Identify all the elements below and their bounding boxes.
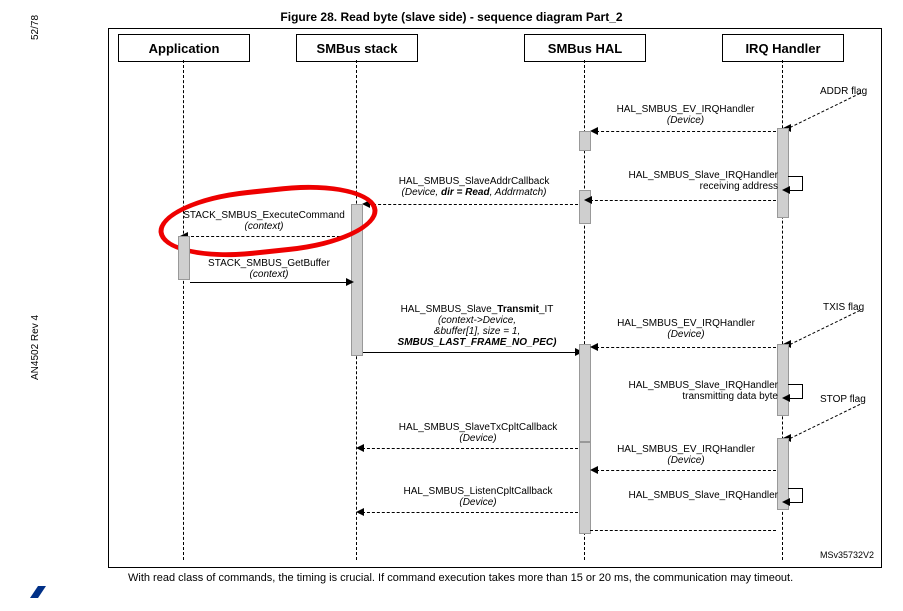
lane-smbus-hal: SMBus HAL [524, 34, 646, 62]
activation-irq-2 [777, 344, 789, 416]
arrowhead [356, 444, 364, 452]
arrowhead [590, 127, 598, 135]
footer-id: MSv35732V2 [820, 550, 874, 560]
caption: With read class of commands, the timing … [128, 572, 868, 584]
msg-ev-irq-3: HAL_SMBUS_EV_IRQHandler(Device) [600, 444, 772, 466]
selfcall-bot [788, 398, 802, 399]
activation-irq-1 [777, 128, 789, 218]
st-logo-icon [28, 584, 48, 604]
arrowhead [782, 498, 790, 506]
arrow-slave-irq-addr [590, 200, 776, 201]
selfcall-slave-irq-3 [788, 488, 803, 503]
arrowhead [782, 186, 790, 194]
arrow-slave-addr-cb [368, 204, 578, 205]
arrow-exec-cmd [186, 236, 350, 237]
arrowhead [590, 343, 598, 351]
doc-id: AN4502 Rev 4 [30, 315, 41, 380]
msg-get-buf: STACK_SMBUS_GetBuffer(context) [190, 258, 348, 280]
page: 52/78 AN4502 Rev 4 Figure 28. Read byte … [0, 0, 903, 611]
lane-irq-handler: IRQ Handler [722, 34, 844, 62]
msg-slave-irq-3: HAL_SMBUS_Slave_IRQHandler [628, 490, 778, 501]
ext-addr-flag: ADDR flag [820, 86, 867, 97]
arrow-return-3 [590, 530, 776, 531]
msg-slave-addr-cb: HAL_SMBUS_SlaveAddrCallback (Device, dir… [372, 176, 576, 198]
lane-application: Application [118, 34, 250, 62]
activation-app [178, 236, 190, 280]
msg-slave-tx-it: HAL_SMBUS_Slave_Transmit_IT (context->De… [374, 304, 580, 348]
msg-listen-cplt: HAL_SMBUS_ListenCpltCallback(Device) [376, 486, 580, 508]
msg-slave-irq-addr: HAL_SMBUS_Slave_IRQHandlerreceiving addr… [628, 170, 778, 192]
selfcall-bot [788, 190, 802, 191]
msg-exec-cmd: STACK_SMBUS_ExecuteCommand(context) [178, 210, 350, 232]
msg-ev-irq-2: HAL_SMBUS_EV_IRQHandler(Device) [600, 318, 772, 340]
arrow-get-buf [190, 282, 348, 283]
activation-hal-1a [579, 131, 591, 151]
arrowhead [362, 200, 370, 208]
arrowhead [346, 278, 354, 286]
arrow-slave-tx-it [363, 352, 577, 353]
arrow-ev-irq-1 [596, 131, 776, 132]
figure-title: Figure 28. Read byte (slave side) - sequ… [0, 10, 903, 24]
msg-ev-irq-1: HAL_SMBUS_EV_IRQHandler(Device) [598, 104, 773, 126]
lane-smbus-stack: SMBus stack [296, 34, 418, 62]
arrow-ev-irq-2 [596, 347, 776, 348]
activation-hal-2 [579, 344, 591, 442]
arrow-txcplt [362, 448, 578, 449]
lifeline-app [183, 60, 184, 560]
arrowhead [356, 508, 364, 516]
arrow-listen-cplt [362, 512, 578, 513]
arrowhead [782, 394, 790, 402]
arrowhead [590, 466, 598, 474]
selfcall-slave-irq-tx [788, 384, 803, 399]
arrow-ev-irq-3 [596, 470, 776, 471]
selfcall-slave-irq-addr [788, 176, 803, 191]
activation-hal-3 [579, 442, 591, 534]
msg-txcplt: HAL_SMBUS_SlaveTxCpltCallback(Device) [376, 422, 580, 444]
msg-slave-irq-tx: HAL_SMBUS_Slave_IRQHandlertransmitting d… [628, 380, 778, 402]
selfcall-bot [788, 502, 802, 503]
arrowhead [584, 196, 592, 204]
